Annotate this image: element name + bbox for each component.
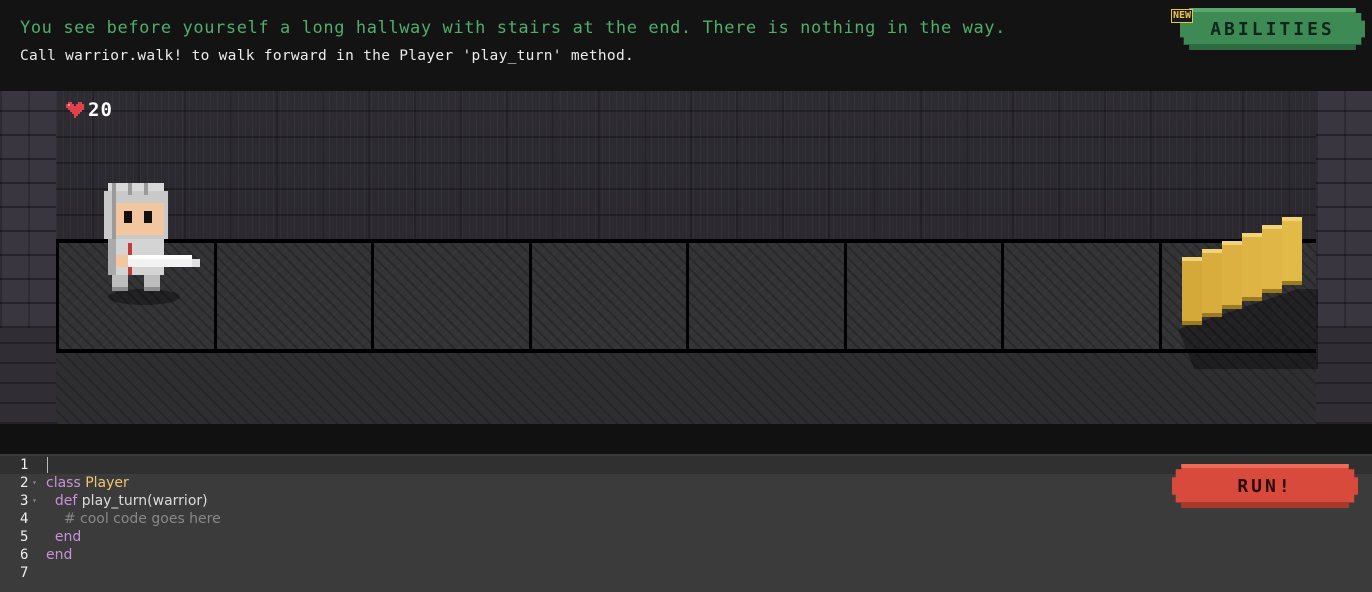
line-number: 7 [20,565,29,581]
code-keyword: class [46,475,81,491]
warrior-sprite [104,183,200,305]
level-tip: Call warrior.walk! to walk forward in th… [20,48,635,64]
level-description: You see before yourself a long hallway w… [20,18,1006,38]
floor-tile [689,243,847,349]
stairs [1178,217,1318,369]
code-keyword: end [46,547,73,563]
line-gutter: 1 2 ▾ 3 ▾ 4 5 6 7 [0,456,42,582]
code-line: def play_turn(warrior) [46,492,221,510]
left-pillar-base [0,328,56,424]
line-number: 5 [20,529,29,545]
code-line: end [46,528,221,546]
code-keyword: def [54,493,78,509]
line-number: 3 ▾ [20,492,37,510]
floor-tiles [56,239,1316,353]
floor-tile [216,243,374,349]
fold-arrow-icon[interactable]: ▾ [32,474,37,492]
fold-arrow-icon[interactable]: ▾ [32,492,37,510]
abilities-button[interactable]: ABILITIES [1180,8,1365,50]
line-number: 1 [20,457,29,473]
code-token: play_turn(warrior) [77,493,208,509]
right-pillar-base [1316,328,1372,424]
code-content[interactable]: class Player def play_turn(warrior) # co… [46,456,221,582]
code-keyword: end [54,529,82,545]
text-cursor [47,457,48,473]
health-display: 20 [66,99,113,121]
floor-tile [1004,243,1162,349]
line-number: 4 [20,511,29,527]
line-number: 2 ▾ [20,474,37,492]
new-badge: NEW [1171,9,1194,23]
line-number: 6 [20,547,29,563]
board-editor-separator [0,424,1372,454]
instruction-bar: You see before yourself a long hallway w… [0,0,1372,91]
floor-tile [531,243,689,349]
floor-tile [374,243,532,349]
code-class-name: Player [85,475,129,491]
code-editor[interactable]: 1 2 ▾ 3 ▾ 4 5 6 7 class Player def play_turn(war… [0,454,1372,592]
code-line: class Player [46,474,221,492]
floor-tile [846,243,1004,349]
health-value: 20 [88,99,113,121]
code-line: # cool code goes here [46,510,221,528]
run-button[interactable]: RUN! [1172,464,1358,508]
heart-icon [66,102,84,118]
game-board: 20 [0,91,1372,424]
code-line: end [46,546,221,564]
lower-floor [56,353,1316,424]
code-comment: # cool code goes here [63,511,221,527]
